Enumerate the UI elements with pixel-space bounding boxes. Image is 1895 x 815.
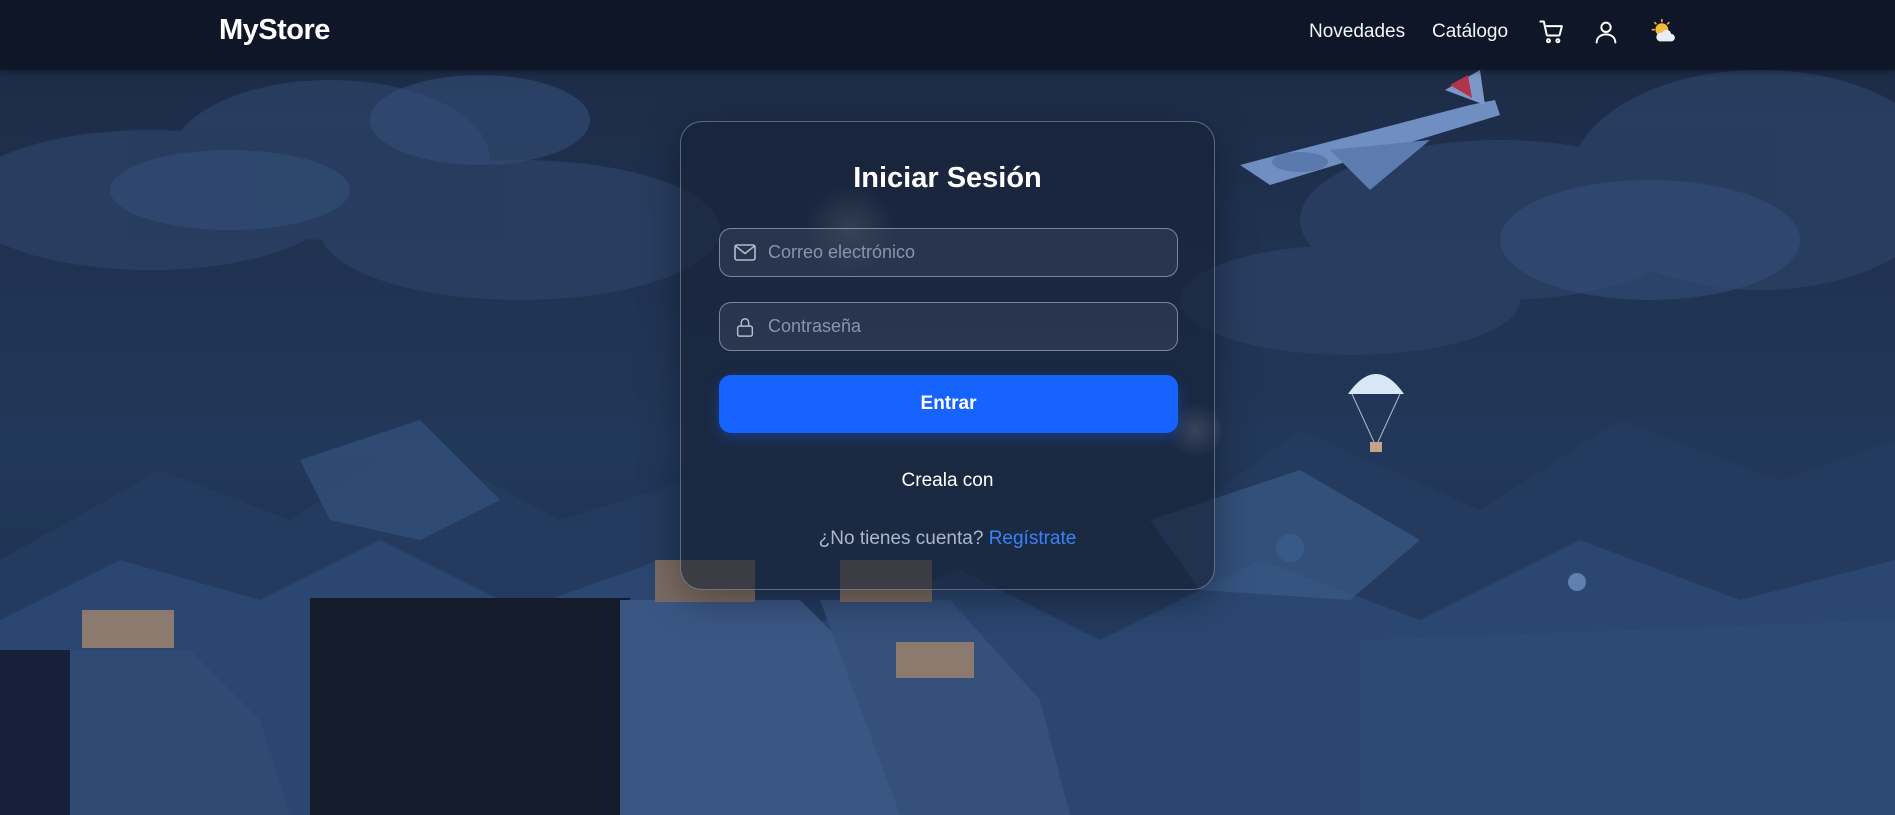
login-submit-button[interactable]: Entrar xyxy=(719,375,1178,433)
email-input[interactable] xyxy=(768,229,1168,276)
theme-toggle-icon[interactable] xyxy=(1649,18,1677,46)
top-navbar: MyStore Novedades Catálogo xyxy=(0,0,1895,70)
brand-logo[interactable]: MyStore xyxy=(219,14,330,47)
email-field[interactable] xyxy=(719,228,1178,277)
social-signup-text: Creala con xyxy=(901,470,994,491)
nav-link-novedades[interactable]: Novedades xyxy=(1309,21,1405,43)
login-card: Iniciar Sesión Entrar Creala con ¿No tie… xyxy=(680,121,1215,590)
lock-icon xyxy=(733,316,757,338)
mail-icon xyxy=(733,242,757,264)
password-field[interactable] xyxy=(719,302,1178,351)
user-icon[interactable] xyxy=(1592,18,1620,46)
nav-link-catalogo[interactable]: Catálogo xyxy=(1432,21,1508,43)
login-title: Iniciar Sesión xyxy=(853,162,1042,194)
register-link[interactable]: Regístrate xyxy=(989,528,1077,549)
no-account-text: ¿No tienes cuenta? xyxy=(818,528,984,549)
password-input[interactable] xyxy=(768,303,1168,350)
cart-icon[interactable] xyxy=(1538,18,1566,46)
register-prompt: ¿No tienes cuenta? Regístrate xyxy=(681,528,1214,550)
